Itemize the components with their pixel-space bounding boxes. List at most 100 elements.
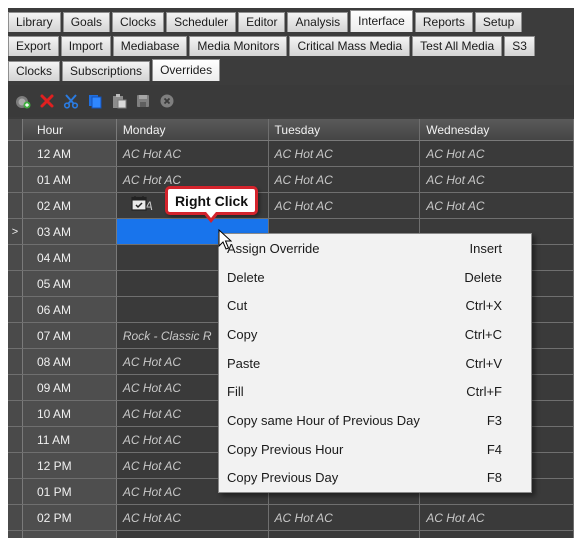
wednesday-cell[interactable]: AC Hot AC — [420, 141, 574, 166]
context-menu-item[interactable]: Fill Ctrl+F — [219, 377, 531, 406]
add-override-icon[interactable] — [14, 92, 32, 110]
hour-cell[interactable]: 12 AM — [22, 141, 117, 166]
tab-reports[interactable]: Reports — [414, 12, 473, 32]
menu-item-shortcut: F3 — [486, 412, 502, 428]
table-row[interactable]: 02 AM A AC Hot AC AC Hot AC — [8, 193, 574, 219]
hour-cell[interactable]: 11 AM — [22, 427, 117, 452]
row-marker — [8, 141, 23, 166]
menu-item-label: Copy Previous Day — [227, 470, 339, 486]
tuesday-cell[interactable]: AC Hot AC — [268, 167, 421, 192]
tab-export[interactable]: Export — [8, 36, 59, 56]
row-marker — [8, 193, 23, 218]
context-menu-item[interactable]: Copy Previous Day F8 — [219, 464, 531, 493]
interface-tab-bar: Export Import Mediabase Media Monitors C… — [8, 35, 537, 56]
row-marker — [8, 323, 23, 348]
tab-overrides[interactable]: Overrides — [152, 59, 221, 81]
context-menu-item[interactable]: Copy Ctrl+C — [219, 320, 531, 349]
tab-analysis[interactable]: Analysis — [287, 12, 349, 32]
menu-item-label: Assign Override — [227, 240, 320, 256]
menu-item-shortcut: Delete — [464, 269, 502, 285]
menu-item-shortcut: F4 — [486, 441, 502, 457]
column-header-wednesday[interactable]: Wednesday — [420, 119, 574, 140]
wednesday-cell[interactable]: AC Hot AC — [420, 193, 574, 218]
context-menu-item[interactable]: Copy Previous Hour F4 — [219, 435, 531, 464]
monday-cell[interactable]: AC Hot AC — [116, 141, 269, 166]
column-header-tuesday[interactable]: Tuesday — [269, 119, 421, 140]
hour-cell[interactable]: 06 AM — [22, 297, 117, 322]
monday-cell[interactable]: AC Hot AC — [116, 505, 269, 530]
row-marker — [8, 479, 23, 504]
hour-cell[interactable]: 05 AM — [22, 271, 117, 296]
tab-media-monitors[interactable]: Media Monitors — [189, 36, 288, 56]
tab-clocks[interactable]: Clocks — [112, 12, 165, 32]
tab-subscriptions[interactable]: Subscriptions — [62, 61, 151, 81]
tab-scheduler[interactable]: Scheduler — [166, 12, 237, 32]
hour-cell[interactable]: 03 AM — [22, 219, 117, 244]
row-marker — [8, 427, 23, 452]
tab-clocks-sub[interactable]: Clocks — [8, 61, 61, 81]
row-marker — [8, 505, 23, 530]
paste-icon[interactable] — [110, 92, 128, 110]
context-menu-item[interactable]: Copy same Hour of Previous Day F3 — [219, 406, 531, 435]
table-row[interactable]: 03 PM — [8, 531, 574, 538]
hour-cell[interactable]: 03 PM — [22, 531, 117, 538]
row-marker — [8, 375, 23, 400]
cut-icon[interactable] — [62, 92, 80, 110]
hour-cell[interactable]: 04 AM — [22, 245, 117, 270]
hour-cell[interactable]: 01 PM — [22, 479, 117, 504]
menu-item-label: Copy — [227, 326, 258, 342]
column-header-monday[interactable]: Monday — [117, 119, 269, 140]
callout-pointer-inner — [206, 212, 216, 218]
hour-cell[interactable]: 12 PM — [22, 453, 117, 478]
tuesday-cell[interactable] — [268, 531, 421, 538]
tab-interface[interactable]: Interface — [350, 10, 413, 32]
hour-cell[interactable]: 09 AM — [22, 375, 117, 400]
tab-critical-mass-media[interactable]: Critical Mass Media — [289, 36, 411, 56]
table-row[interactable]: 01 AM AC Hot AC AC Hot AC AC Hot AC — [8, 167, 574, 193]
tuesday-cell[interactable]: AC Hot AC — [268, 193, 421, 218]
tuesday-cell[interactable]: AC Hot AC — [268, 505, 421, 530]
context-menu-item[interactable]: Delete Delete — [219, 263, 531, 292]
tab-test-all-media[interactable]: Test All Media — [412, 36, 503, 56]
column-header-hour[interactable]: Hour — [23, 119, 117, 140]
save-icon[interactable] — [134, 92, 152, 110]
wednesday-cell[interactable] — [420, 531, 574, 538]
tab-s3[interactable]: S3 — [504, 36, 535, 56]
tab-editor[interactable]: Editor — [238, 12, 286, 32]
context-menu-item[interactable]: Assign Override Insert — [219, 234, 531, 263]
table-row[interactable]: 02 PM AC Hot AC AC Hot AC AC Hot AC — [8, 505, 574, 531]
hour-cell[interactable]: 02 PM — [22, 505, 117, 530]
tab-mediabase[interactable]: Mediabase — [112, 36, 188, 56]
delete-icon[interactable] — [38, 92, 56, 110]
tab-goals[interactable]: Goals — [62, 12, 111, 32]
context-menu: Assign Override Insert Delete Delete Cut Ctrl… — [218, 233, 532, 493]
table-row[interactable]: 12 AM AC Hot AC AC Hot AC AC Hot AC — [8, 141, 574, 167]
tuesday-cell[interactable]: AC Hot AC — [268, 141, 421, 166]
mouse-cursor-icon — [218, 229, 232, 250]
copy-icon[interactable] — [86, 92, 104, 110]
wednesday-cell[interactable]: AC Hot AC — [420, 505, 574, 530]
hour-cell[interactable]: 01 AM — [22, 167, 117, 192]
wednesday-cell[interactable]: AC Hot AC — [420, 167, 574, 192]
menu-item-shortcut: Ctrl+C — [464, 326, 502, 342]
hour-cell[interactable]: 08 AM — [22, 349, 117, 374]
menu-item-label: Fill — [227, 384, 244, 400]
row-marker — [8, 349, 23, 374]
hour-cell[interactable]: 10 AM — [22, 401, 117, 426]
hour-cell[interactable]: 07 AM — [22, 323, 117, 348]
hour-cell[interactable]: 02 AM — [22, 193, 117, 218]
menu-item-shortcut: Ctrl+F — [466, 384, 502, 400]
context-menu-item[interactable]: Paste Ctrl+V — [219, 349, 531, 378]
monday-cell[interactable] — [116, 531, 269, 538]
row-marker — [8, 401, 23, 426]
tab-setup[interactable]: Setup — [474, 12, 523, 32]
right-click-callout: Right Click — [165, 186, 258, 215]
menu-item-shortcut: Insert — [469, 240, 502, 256]
cancel-icon[interactable] — [158, 92, 176, 110]
row-marker — [8, 271, 23, 296]
tab-library[interactable]: Library — [8, 12, 61, 32]
row-marker-header — [8, 119, 23, 140]
tab-import[interactable]: Import — [60, 36, 111, 56]
menu-item-shortcut: Ctrl+X — [465, 298, 502, 314]
context-menu-item[interactable]: Cut Ctrl+X — [219, 291, 531, 320]
